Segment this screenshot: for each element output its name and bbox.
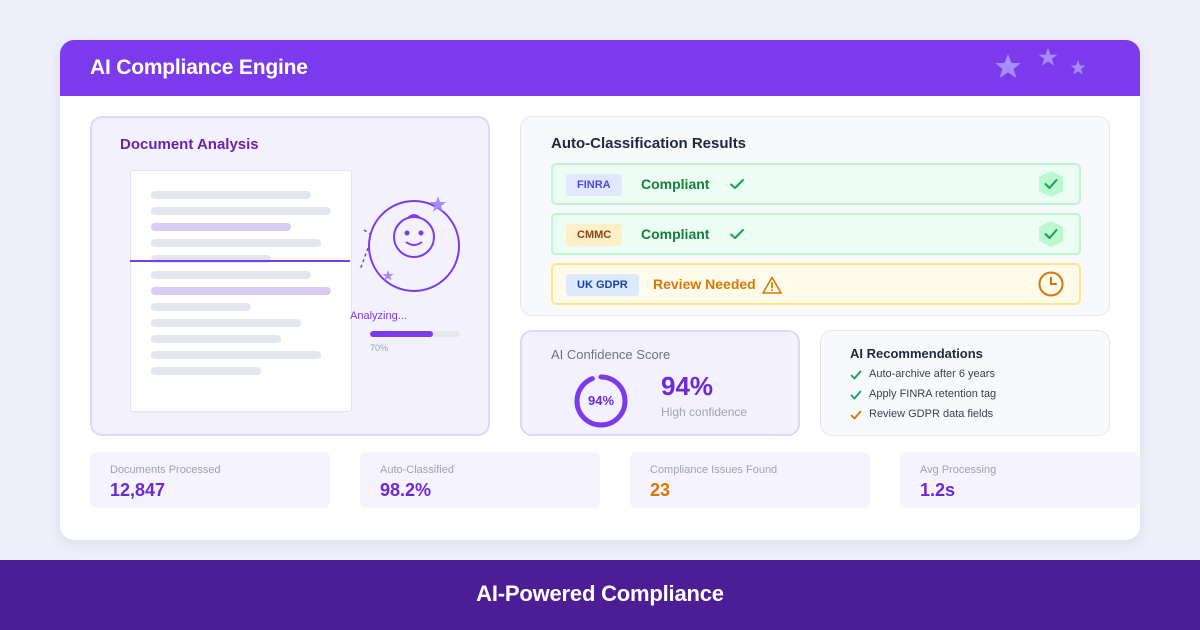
text-line <box>151 191 311 199</box>
app-title: AI Compliance Engine <box>90 56 308 79</box>
stat-documents-processed: Documents Processed 12,847 <box>90 452 330 508</box>
highlighted-line <box>151 223 291 231</box>
stat-value: 12,847 <box>110 480 166 500</box>
confidence-ring-label: 94% <box>587 393 615 408</box>
footer-banner: AI-Powered Compliance <box>0 560 1200 630</box>
analyzing-status: Analyzing... <box>350 310 407 322</box>
text-line <box>151 303 251 311</box>
result-row-cmmc[interactable]: CMMC Compliant <box>551 213 1081 255</box>
stat-value: 23 <box>650 480 671 500</box>
check-icon <box>730 179 744 189</box>
check-icon <box>850 390 862 400</box>
text-line <box>151 367 261 375</box>
document-preview <box>130 170 352 412</box>
confidence-score-panel: AI Confidence Score 94% 94% High confide… <box>520 330 800 436</box>
document-analysis-panel: Document Analysis Analyzing... 70% <box>90 116 490 436</box>
confidence-title: AI Confidence Score <box>551 347 671 362</box>
stat-auto-classified: Auto-Classified 98.2% <box>360 452 600 508</box>
recommendations-title: AI Recommendations <box>850 346 983 361</box>
regulation-badge: UK GDPR <box>566 274 639 296</box>
stat-label: Auto-Classified <box>380 464 454 476</box>
text-line <box>151 335 281 343</box>
check-icon <box>730 229 744 239</box>
recommendations-panel: AI Recommendations Auto-archive after 6 … <box>820 330 1110 436</box>
classification-panel: Auto-Classification Results FINRA Compli… <box>520 116 1110 316</box>
classification-title: Auto-Classification Results <box>551 135 747 152</box>
progress-percent: 70% <box>370 343 389 353</box>
recommendation-text: Auto-archive after 6 years <box>869 368 995 380</box>
shield-check-icon <box>1039 221 1063 247</box>
analysis-progress-fill <box>370 331 433 337</box>
stat-label: Compliance Issues Found <box>650 464 778 476</box>
stat-avg-processing: Avg Processing 1.2s <box>900 452 1140 508</box>
confidence-value: 94% <box>661 371 714 401</box>
result-status: Review Needed <box>653 276 756 292</box>
clock-icon <box>1038 271 1064 297</box>
shield-check-icon <box>1039 171 1063 197</box>
card-header: AI Compliance Engine <box>60 40 1140 96</box>
regulation-badge: FINRA <box>566 174 622 196</box>
check-icon <box>850 370 862 380</box>
recommendation-text: Review GDPR data fields <box>869 408 994 420</box>
stat-label: Documents Processed <box>110 464 221 476</box>
scan-line <box>130 260 350 262</box>
result-row-finra[interactable]: FINRA Compliant <box>551 163 1081 205</box>
recommendation-text: Apply FINRA retention tag <box>869 388 997 400</box>
text-line <box>151 207 331 215</box>
check-icon <box>850 410 862 420</box>
stat-value: 98.2% <box>380 480 432 500</box>
text-line <box>151 271 311 279</box>
document-analysis-title: Document Analysis <box>120 136 259 153</box>
stars-icon <box>995 48 1086 78</box>
stat-label: Avg Processing <box>920 464 997 476</box>
regulation-badge: CMMC <box>566 224 623 246</box>
compliance-engine-card: AI Compliance Engine Document Analysis A… <box>60 40 1140 540</box>
stat-compliance-issues: Compliance Issues Found 23 <box>630 452 870 508</box>
highlighted-line <box>151 287 331 295</box>
result-status: Compliant <box>641 226 710 242</box>
text-line <box>151 239 321 247</box>
text-line <box>151 319 301 327</box>
analysis-progress-bar <box>370 331 460 337</box>
result-status: Compliant <box>641 176 710 192</box>
warning-icon <box>762 276 782 294</box>
footer-title: AI-Powered Compliance <box>476 581 724 606</box>
robot-face-icon <box>359 196 460 292</box>
stat-value: 1.2s <box>920 480 956 500</box>
confidence-description: High confidence <box>661 405 748 419</box>
result-row-uk-gdpr[interactable]: UK GDPR Review Needed <box>551 263 1081 305</box>
text-line <box>151 351 321 359</box>
